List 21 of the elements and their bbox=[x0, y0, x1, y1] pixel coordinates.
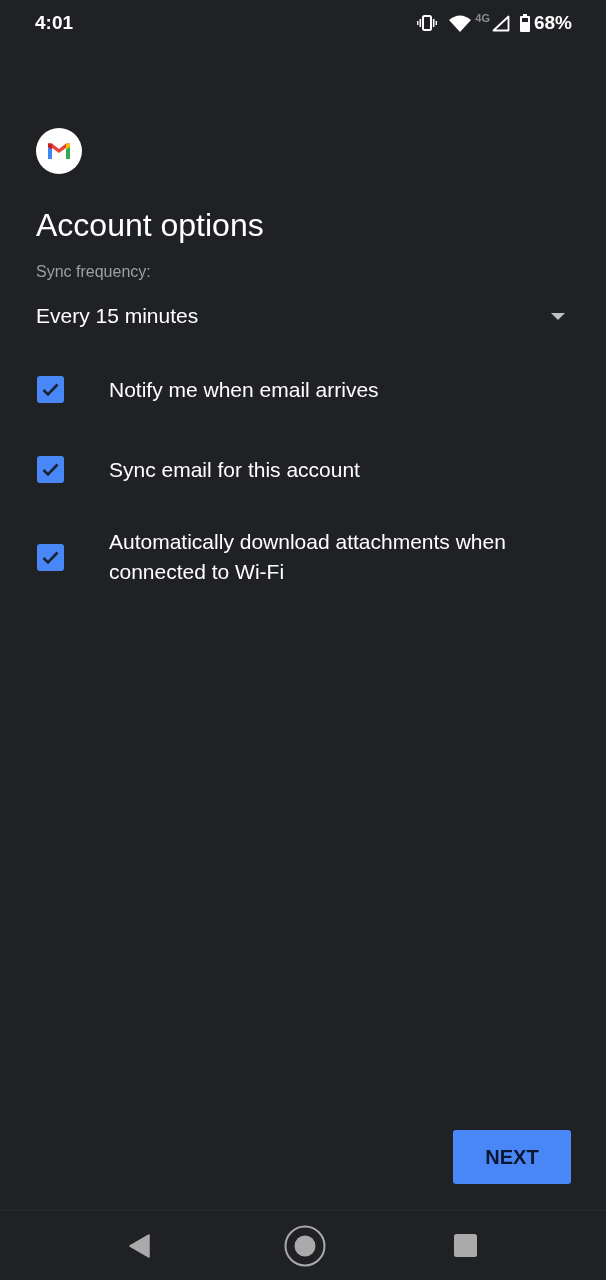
status-time: 4:01 bbox=[35, 10, 74, 35]
next-button[interactable]: NEXT bbox=[453, 1130, 571, 1184]
mail-logo-icon bbox=[36, 128, 82, 174]
checkbox[interactable] bbox=[37, 376, 64, 403]
wifi-icon bbox=[449, 14, 472, 32]
signal-icon bbox=[491, 14, 510, 32]
page-title: Account options bbox=[36, 206, 265, 245]
sync-frequency-dropdown[interactable]: Every 15 minutes bbox=[36, 301, 570, 331]
home-icon[interactable] bbox=[284, 1224, 326, 1267]
back-icon[interactable] bbox=[129, 1233, 151, 1258]
option-label: Sync email for this account bbox=[109, 456, 361, 483]
network-type: 4G bbox=[475, 11, 490, 26]
option-label: Automatically download attachments when connected to Wi-Fi bbox=[109, 529, 507, 585]
option-label: Notify me when email arrives bbox=[109, 376, 380, 403]
vibrate-icon bbox=[417, 15, 438, 31]
battery-icon bbox=[519, 14, 530, 32]
checkbox[interactable] bbox=[37, 543, 64, 571]
checkbox[interactable] bbox=[37, 456, 64, 483]
battery-percent: 68% bbox=[533, 10, 572, 35]
sync-frequency-label: Sync frequency: bbox=[36, 262, 152, 282]
dropdown-caret-icon bbox=[551, 312, 565, 320]
